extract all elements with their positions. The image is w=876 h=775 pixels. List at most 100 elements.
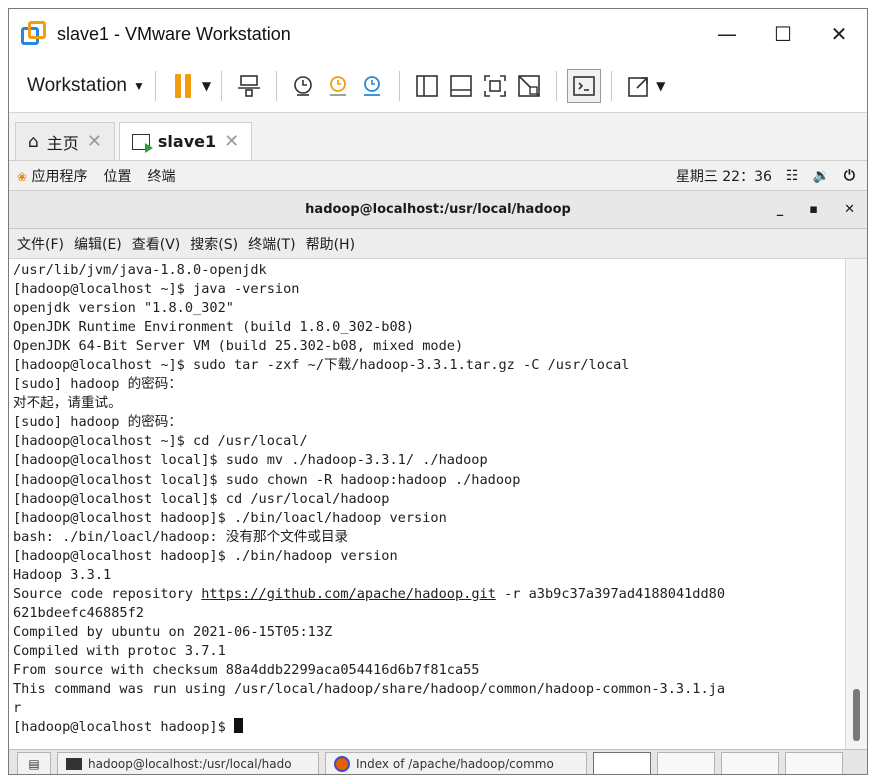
close-icon[interactable]: ✕ (224, 131, 239, 152)
repo-url-link[interactable]: https://github.com/apache/hadoop.git (201, 586, 496, 602)
clock[interactable]: 星期三 22：36 (676, 166, 772, 186)
terminal-line: Compiled by ubuntu on 2021-06-15T05:13Z (13, 623, 333, 640)
window-title: slave1 - VMware Workstation (57, 23, 291, 44)
terminal-minimize-button[interactable]: _ (777, 202, 784, 217)
workspace-1[interactable] (593, 751, 651, 774)
applications-menu[interactable]: ❀ 应用程序 (17, 166, 88, 186)
terminal-icon (66, 757, 82, 770)
terminal-line: Source code repository https://github.co… (13, 585, 845, 604)
firefox-icon (334, 755, 350, 772)
network-icon[interactable]: ☷ (786, 168, 799, 184)
bottom-panel-icon (450, 74, 472, 97)
vm-running-icon (131, 133, 153, 153)
terminal-line: [hadoop@localhost local]$ cd /usr/local/… (13, 490, 390, 507)
maximize-button[interactable]: ☐ (755, 9, 811, 59)
terminal-menubar: 文件(F) 编辑(E) 查看(V) 搜索(S) 终端(T) 帮助(H) (9, 229, 867, 259)
terminal-line: [hadoop@localhost local]$ sudo chown -R … (13, 471, 521, 488)
scrollbar-thumb[interactable] (853, 689, 860, 741)
terminal-scrollbar[interactable] (845, 259, 867, 749)
revert-snapshot-button[interactable] (321, 69, 355, 103)
terminal-prompt-icon (573, 75, 595, 96)
vmware-window: slave1 - VMware Workstation — ☐ ✕ Workst… (8, 8, 868, 775)
vm-tab-strip: ⌂ 主页 ✕ slave1 ✕ (9, 113, 867, 161)
terminal-line: Hadoop 3.3.1 (13, 566, 112, 583)
network-computer-icon (238, 74, 261, 97)
chevron-down-icon[interactable]: ▼ (656, 79, 665, 93)
power-icon[interactable]: ⏻ (844, 168, 855, 184)
terminal-line: openjdk version "1.8.0_302" (13, 300, 234, 317)
chevron-down-icon[interactable]: ▼ (202, 79, 211, 93)
terminal-line: OpenJDK Runtime Environment (build 1.8.0… (13, 319, 415, 336)
menu-help[interactable]: 帮助(H) (306, 234, 355, 254)
terminal-line: [hadoop@localhost ~]$ java -version (13, 281, 300, 298)
places-menu[interactable]: 位置 (104, 166, 132, 186)
terminal-line: This command was run using /usr/local/ha… (13, 681, 726, 698)
full-screen-button[interactable] (478, 69, 512, 103)
terminal-line: [sudo] hadoop 的密码： (13, 414, 182, 431)
home-icon: ⌂ (28, 131, 39, 152)
menu-file[interactable]: 文件(F) (17, 234, 64, 254)
repo-suffix: -r a3b9c37a397ad4188041dd80 (495, 585, 726, 602)
workspace-2[interactable] (657, 751, 715, 774)
workspace-3[interactable] (721, 751, 779, 774)
terminal-line: r (13, 700, 22, 717)
snapshot-button[interactable] (287, 69, 321, 103)
pause-icon (174, 73, 191, 98)
expand-arrow-icon (628, 76, 648, 97)
show-desktop-button[interactable]: ▤ (17, 751, 51, 774)
main-toolbar: Workstation ▼ ▼ ▼ (9, 59, 867, 113)
window-controls: — ☐ ✕ (699, 9, 867, 59)
guest-taskbar: ▤ hadoop@localhost:/usr/local/hado Index… (9, 749, 867, 774)
terminal-line: [hadoop@localhost ~]$ cd /usr/local/ (13, 433, 308, 450)
desktop-icon: ▤ (28, 756, 40, 771)
menu-view[interactable]: 查看(V) (132, 234, 181, 254)
tab-home[interactable]: ⌂ 主页 ✕ (15, 122, 115, 160)
send-ctrl-alt-del-button[interactable] (232, 69, 266, 103)
close-icon[interactable]: ✕ (87, 131, 102, 152)
full-screen-icon (484, 74, 506, 97)
terminal-menu[interactable]: 终端 (148, 166, 176, 186)
console-view-button[interactable] (567, 68, 602, 103)
chevron-down-icon: ▼ (132, 78, 145, 93)
terminal-title: hadoop@localhost:/usr/local/hadoop (305, 202, 571, 217)
snapshot-manager-icon (364, 75, 381, 96)
unity-mode-icon (518, 74, 540, 97)
toolbar-divider (556, 70, 558, 101)
taskbar-firefox-label: Index of /apache/hadoop/commo (356, 756, 554, 771)
terminal-line: 对不起，请重试。 (13, 395, 122, 412)
volume-icon[interactable]: 🔉 (812, 168, 829, 184)
snapshot-manager-button[interactable] (355, 69, 389, 103)
menu-search[interactable]: 搜索(S) (190, 234, 238, 254)
terminal-maximize-button[interactable]: ▪ (809, 202, 818, 217)
tab-slave1[interactable]: slave1 ✕ (118, 122, 253, 160)
vmware-logo-icon (21, 21, 47, 47)
pause-button[interactable] (166, 69, 200, 103)
terminal-prompt: [hadoop@localhost hadoop]$ (13, 719, 234, 736)
toolbar-divider (154, 70, 156, 101)
stretch-guest-button[interactable] (622, 69, 656, 103)
taskbar-firefox-item[interactable]: Index of /apache/hadoop/commo (325, 751, 587, 774)
unity-button[interactable] (512, 69, 546, 103)
workstation-menu-label: Workstation (27, 74, 127, 96)
show-library-button[interactable] (410, 69, 444, 103)
terminal-line: 621bdeefc46885f2 (13, 604, 144, 621)
workspace-4[interactable] (785, 751, 843, 774)
menu-edit[interactable]: 编辑(E) (74, 234, 122, 254)
taskbar-terminal-item[interactable]: hadoop@localhost:/usr/local/hado (57, 751, 319, 774)
close-button[interactable]: ✕ (811, 9, 867, 59)
workstation-menu-button[interactable]: Workstation ▼ (27, 75, 145, 97)
terminal-output[interactable]: /usr/lib/jvm/java-1.8.0-openjdk [hadoop@l… (9, 259, 845, 749)
sidebar-panel-icon (416, 74, 438, 97)
terminal-close-button[interactable]: ✕ (844, 202, 855, 217)
thumbnail-bar-button[interactable] (444, 69, 478, 103)
gnome-top-bar: ❀ 应用程序 位置 终端 星期三 22：36 ☷ 🔉 ⏻ (9, 161, 867, 191)
terminal-line: /usr/lib/jvm/java-1.8.0-openjdk (13, 262, 267, 278)
terminal-line: [sudo] hadoop 的密码： (13, 376, 182, 393)
tab-slave1-label: slave1 (157, 132, 217, 151)
minimize-button[interactable]: — (699, 9, 755, 59)
revert-snapshot-icon (330, 75, 347, 96)
menu-terminal[interactable]: 终端(T) (248, 234, 295, 254)
terminal-line: OpenJDK 64-Bit Server VM (build 25.302-b… (13, 338, 464, 355)
terminal-line: From source with checksum 88a4ddb2299aca… (13, 661, 480, 678)
applications-label: 应用程序 (31, 168, 88, 185)
